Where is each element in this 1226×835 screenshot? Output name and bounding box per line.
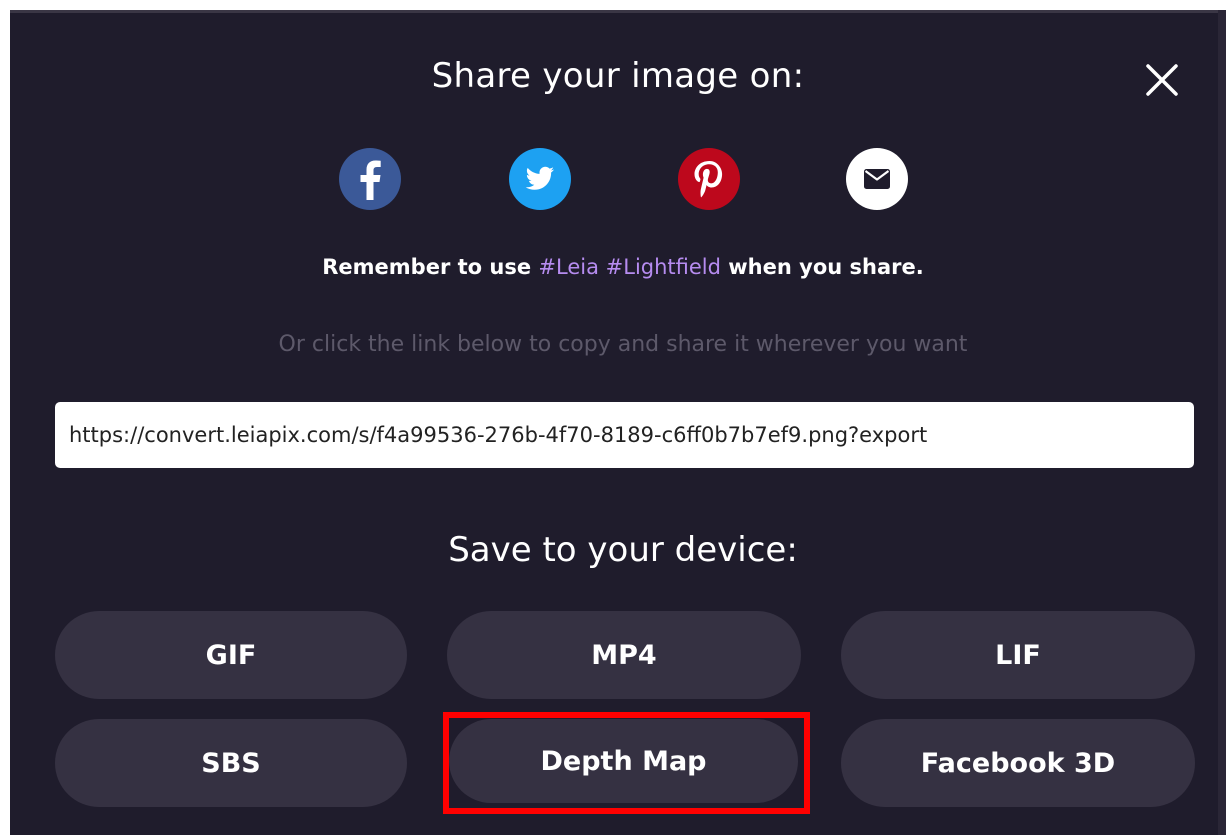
scrollbar-track — [1218, 10, 1226, 835]
social-share-row — [0, 148, 1226, 210]
close-button[interactable] — [1140, 58, 1184, 102]
share-title: Share your image on: — [431, 56, 805, 96]
reminder-prefix: Remember to use — [322, 255, 539, 279]
facebook-icon — [360, 160, 381, 200]
facebook-share-button[interactable] — [339, 148, 401, 210]
depth-map-button[interactable]: Depth Map — [449, 719, 798, 803]
sbs-button[interactable]: SBS — [55, 719, 407, 807]
save-title: Save to your device: — [448, 530, 798, 570]
pinterest-share-button[interactable] — [678, 148, 740, 210]
hashtags: #Leia #Lightfield — [538, 255, 721, 279]
gif-button[interactable]: GIF — [55, 611, 407, 699]
lif-button[interactable]: LIF — [841, 611, 1195, 699]
pinterest-icon — [694, 161, 723, 198]
facebook-3d-button[interactable]: Facebook 3D — [841, 719, 1195, 807]
twitter-share-button[interactable] — [509, 148, 571, 210]
email-share-button[interactable] — [846, 148, 908, 210]
close-icon — [1146, 64, 1178, 96]
reminder-suffix: when you share. — [720, 255, 924, 279]
hashtag-reminder: Remember to use #Leia #Lightfield when y… — [0, 255, 1226, 279]
share-link-field[interactable]: https://convert.leiapix.com/s/f4a99536-2… — [55, 402, 1194, 468]
twitter-icon — [525, 166, 554, 190]
copy-hint: Or click the link below to copy and shar… — [278, 332, 968, 357]
mp4-button[interactable]: MP4 — [447, 611, 801, 699]
email-icon — [864, 169, 890, 189]
top-divider — [10, 10, 1226, 13]
